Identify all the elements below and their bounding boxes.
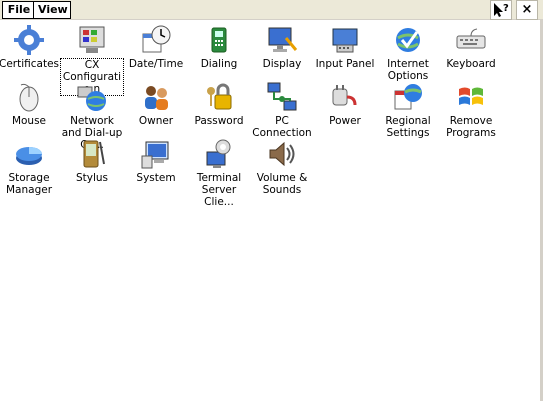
network-globe-icon: [76, 81, 108, 113]
menu-file[interactable]: File: [2, 1, 36, 19]
cpl-item-label: Keyboard: [446, 58, 496, 70]
cpl-item-owner[interactable]: Owner: [124, 81, 188, 127]
close-button[interactable]: ×: [516, 0, 538, 20]
mouse-icon: [13, 81, 45, 113]
cpl-item-certificates[interactable]: Certificates: [0, 24, 61, 70]
cpl-item-label: Certificates: [0, 58, 59, 70]
clock-calendar-icon: [140, 24, 172, 56]
speaker-icon: [266, 138, 298, 170]
cpl-item-label: Power: [329, 115, 361, 127]
input-panel-icon: [329, 24, 361, 56]
help-button[interactable]: ?: [490, 0, 512, 20]
keyboard-icon: [455, 24, 487, 56]
storage-pie-icon: [13, 138, 45, 170]
cpl-item-pc-connection[interactable]: PC Connection: [250, 81, 314, 139]
owner-people-icon: [140, 81, 172, 113]
cpl-item-label: Mouse: [11, 115, 47, 127]
cpl-item-keyboard[interactable]: Keyboard: [439, 24, 503, 70]
cpl-item-label: Dialing: [200, 58, 238, 70]
cpl-item-label: Password: [194, 115, 244, 127]
keys-lock-icon: [203, 81, 235, 113]
cpl-item-label: PC Connection: [252, 115, 312, 139]
phone-icon: [203, 24, 235, 56]
windows-flag-icon: [455, 81, 487, 113]
cpl-item-label: Date/Time: [128, 58, 184, 70]
menu-view[interactable]: View: [33, 1, 71, 19]
regional-globe-icon: [392, 81, 424, 113]
cpl-item-label: Owner: [138, 115, 174, 127]
cpl-item-system[interactable]: System: [124, 138, 188, 184]
menu-bar: File View ? ×: [0, 0, 543, 20]
cpl-item-internet-options[interactable]: Internet Options: [376, 24, 440, 82]
cpl-item-label: Volume & Sounds: [256, 172, 308, 196]
cpl-item-power[interactable]: Power: [313, 81, 377, 127]
help-arrow-icon: ?: [494, 3, 509, 17]
cpl-item-label: Terminal Server Clie...: [196, 172, 242, 208]
cpl-item-input-panel[interactable]: Input Panel: [313, 24, 377, 70]
cpl-item-label: Regional Settings: [385, 115, 431, 139]
globe-check-icon: [392, 24, 424, 56]
cpl-item-label: Input Panel: [315, 58, 375, 70]
gear-icon: [13, 24, 45, 56]
system-monitor-icon: [140, 138, 172, 170]
cpl-item-dialing[interactable]: Dialing: [187, 24, 251, 70]
cpl-item-label: System: [136, 172, 176, 184]
cpl-item-storage-manager[interactable]: Storage Manager: [0, 138, 61, 196]
cx-config-icon: [76, 24, 108, 56]
cpl-item-stylus[interactable]: Stylus: [60, 138, 124, 184]
cpl-item-label: Display: [262, 58, 302, 70]
cpl-item-label: Storage Manager: [5, 172, 53, 196]
cpl-item-regional-settings[interactable]: Regional Settings: [376, 81, 440, 139]
cpl-item-label: Remove Programs: [446, 115, 496, 139]
power-plug-icon: [329, 81, 361, 113]
cpl-item-display[interactable]: Display: [250, 24, 314, 70]
cpl-item-label: Stylus: [75, 172, 109, 184]
monitor-brush-icon: [266, 24, 298, 56]
cpl-item-label: Internet Options: [387, 58, 429, 82]
svg-text:?: ?: [503, 3, 509, 14]
cpl-item-terminal-server-clie[interactable]: Terminal Server Clie...: [187, 138, 251, 208]
cpl-item-date-time[interactable]: Date/Time: [124, 24, 188, 70]
stylus-pda-icon: [76, 138, 108, 170]
cpl-item-volume-sounds[interactable]: Volume & Sounds: [250, 138, 314, 196]
pc-connection-icon: [266, 81, 298, 113]
cpl-item-remove-programs[interactable]: Remove Programs: [439, 81, 503, 139]
terminal-server-icon: [203, 138, 235, 170]
cpl-item-mouse[interactable]: Mouse: [0, 81, 61, 127]
cpl-item-password[interactable]: Password: [187, 81, 251, 127]
